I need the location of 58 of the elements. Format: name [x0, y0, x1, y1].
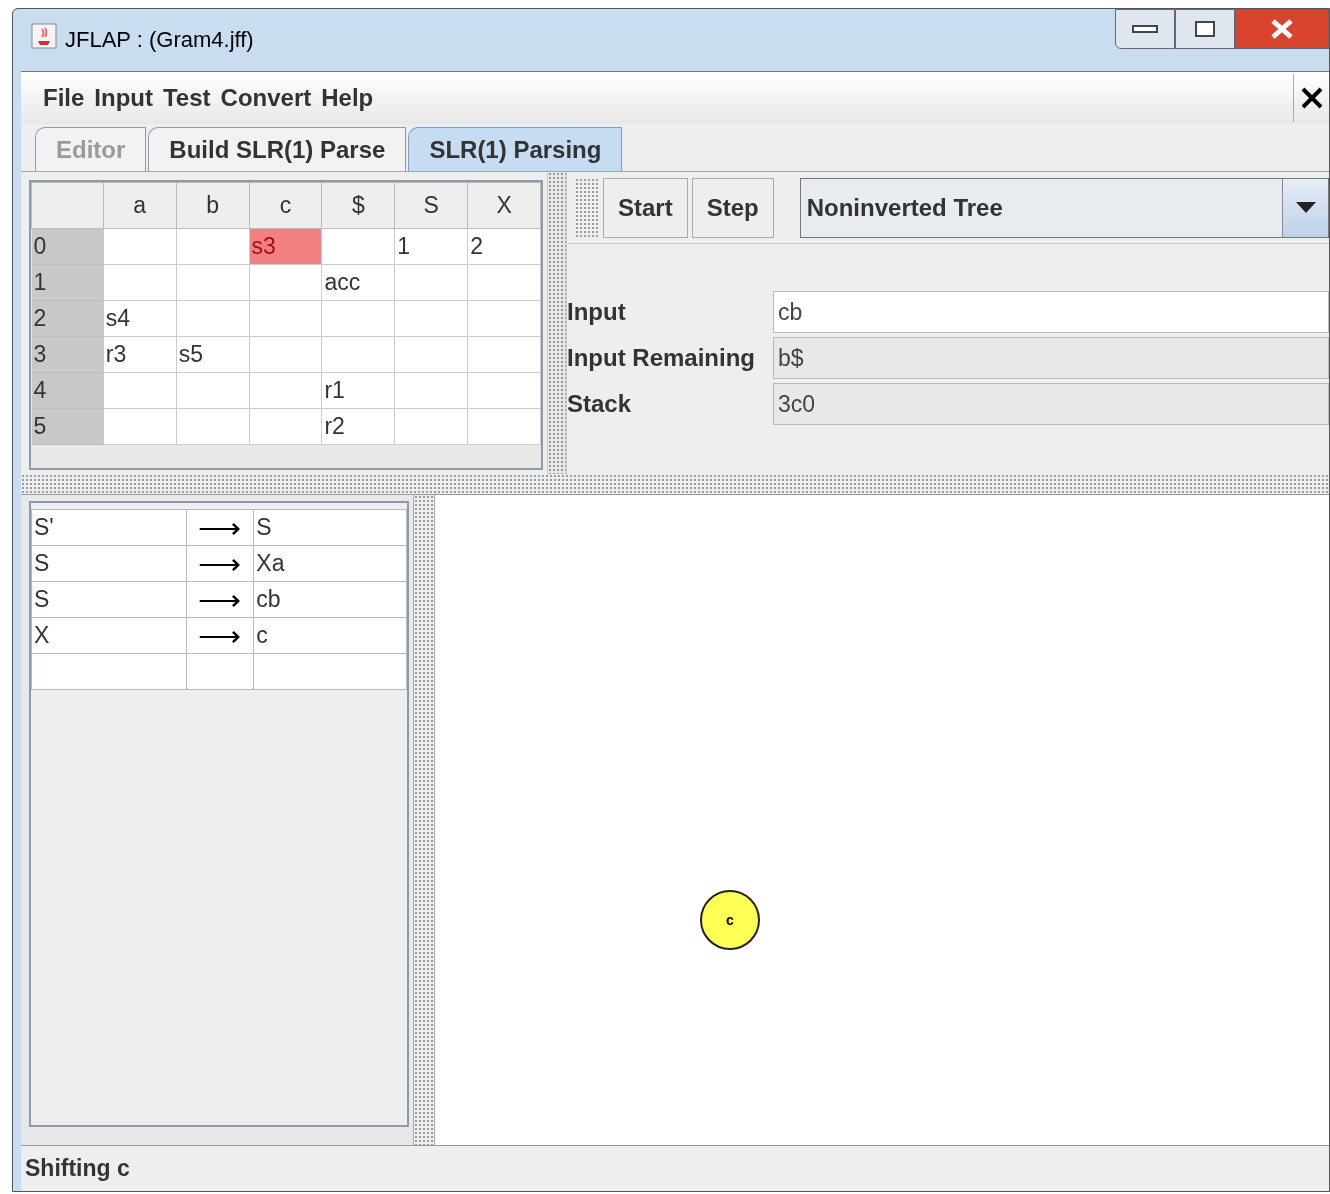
table-cell: s3 — [249, 228, 322, 265]
readonly-field: 3c0 — [773, 383, 1329, 425]
column-header: X — [467, 182, 541, 229]
menu-item[interactable]: Convert — [218, 80, 314, 116]
tree-node: c — [700, 890, 760, 950]
close-icon — [1270, 18, 1294, 40]
menu-item[interactable]: Help — [319, 80, 376, 116]
maximize-button[interactable] — [1175, 9, 1235, 49]
table-cell: r2 — [321, 408, 395, 445]
table-cell: r1 — [321, 372, 395, 409]
table-cell: c — [253, 617, 407, 654]
table-cell: S — [31, 581, 187, 618]
status-text: Shifting c — [25, 1154, 130, 1184]
dropdown-value: Noninverted Tree — [805, 192, 1003, 223]
dropdown-arrow-icon — [1295, 201, 1316, 214]
tab[interactable]: Build SLR(1) Parse — [148, 127, 407, 171]
splitter-handle[interactable] — [21, 474, 1329, 494]
view-dropdown[interactable]: Noninverted Tree — [799, 177, 1329, 238]
table-cell: 1 — [394, 228, 468, 265]
field-label: Input Remaining — [567, 343, 756, 373]
tab[interactable]: SLR(1) Parsing — [408, 127, 623, 171]
table-cell: s4 — [103, 300, 177, 337]
field-label: Input — [567, 297, 627, 327]
table-cell: X — [31, 617, 187, 654]
splitter-handle[interactable] — [547, 172, 567, 474]
table-cell: cb — [253, 581, 407, 618]
row-header: 4 — [31, 372, 104, 409]
table-cell: Xa — [253, 545, 407, 582]
table-cell: s5 — [176, 336, 250, 373]
row-header: 3 — [31, 336, 104, 373]
menu-item[interactable]: Input — [92, 80, 155, 116]
column-header: S — [394, 182, 468, 229]
input-field[interactable]: cb — [773, 291, 1329, 333]
row-header: 2 — [31, 300, 104, 337]
column-header: $ — [321, 182, 395, 229]
minimize-button[interactable] — [1115, 9, 1175, 49]
table-cell: 2 — [467, 228, 541, 265]
table-cell: r3 — [103, 336, 177, 373]
row-header: 0 — [31, 228, 104, 265]
column-header: c — [249, 182, 322, 229]
toolbar-button[interactable]: Step — [691, 177, 774, 238]
menu-item[interactable]: Test — [161, 80, 213, 116]
readonly-field: b$ — [773, 337, 1329, 379]
menu-item[interactable]: File — [41, 80, 87, 116]
column-header: a — [103, 182, 177, 229]
splitter-handle[interactable] — [413, 495, 435, 1145]
toolbar-button[interactable]: Start — [603, 177, 688, 238]
row-header: 1 — [31, 264, 104, 301]
table-cell: acc — [321, 264, 395, 301]
table-cell: S — [253, 509, 407, 546]
java-cup-icon — [31, 23, 57, 49]
window-title: JFLAP : (Gram4.jff) — [65, 26, 254, 54]
close-icon — [1299, 86, 1324, 110]
field-label: Stack — [567, 389, 633, 419]
table-cell: S — [31, 545, 187, 582]
row-header: 5 — [31, 408, 104, 445]
column-header: b — [176, 182, 250, 229]
table-cell: S' — [31, 509, 187, 546]
